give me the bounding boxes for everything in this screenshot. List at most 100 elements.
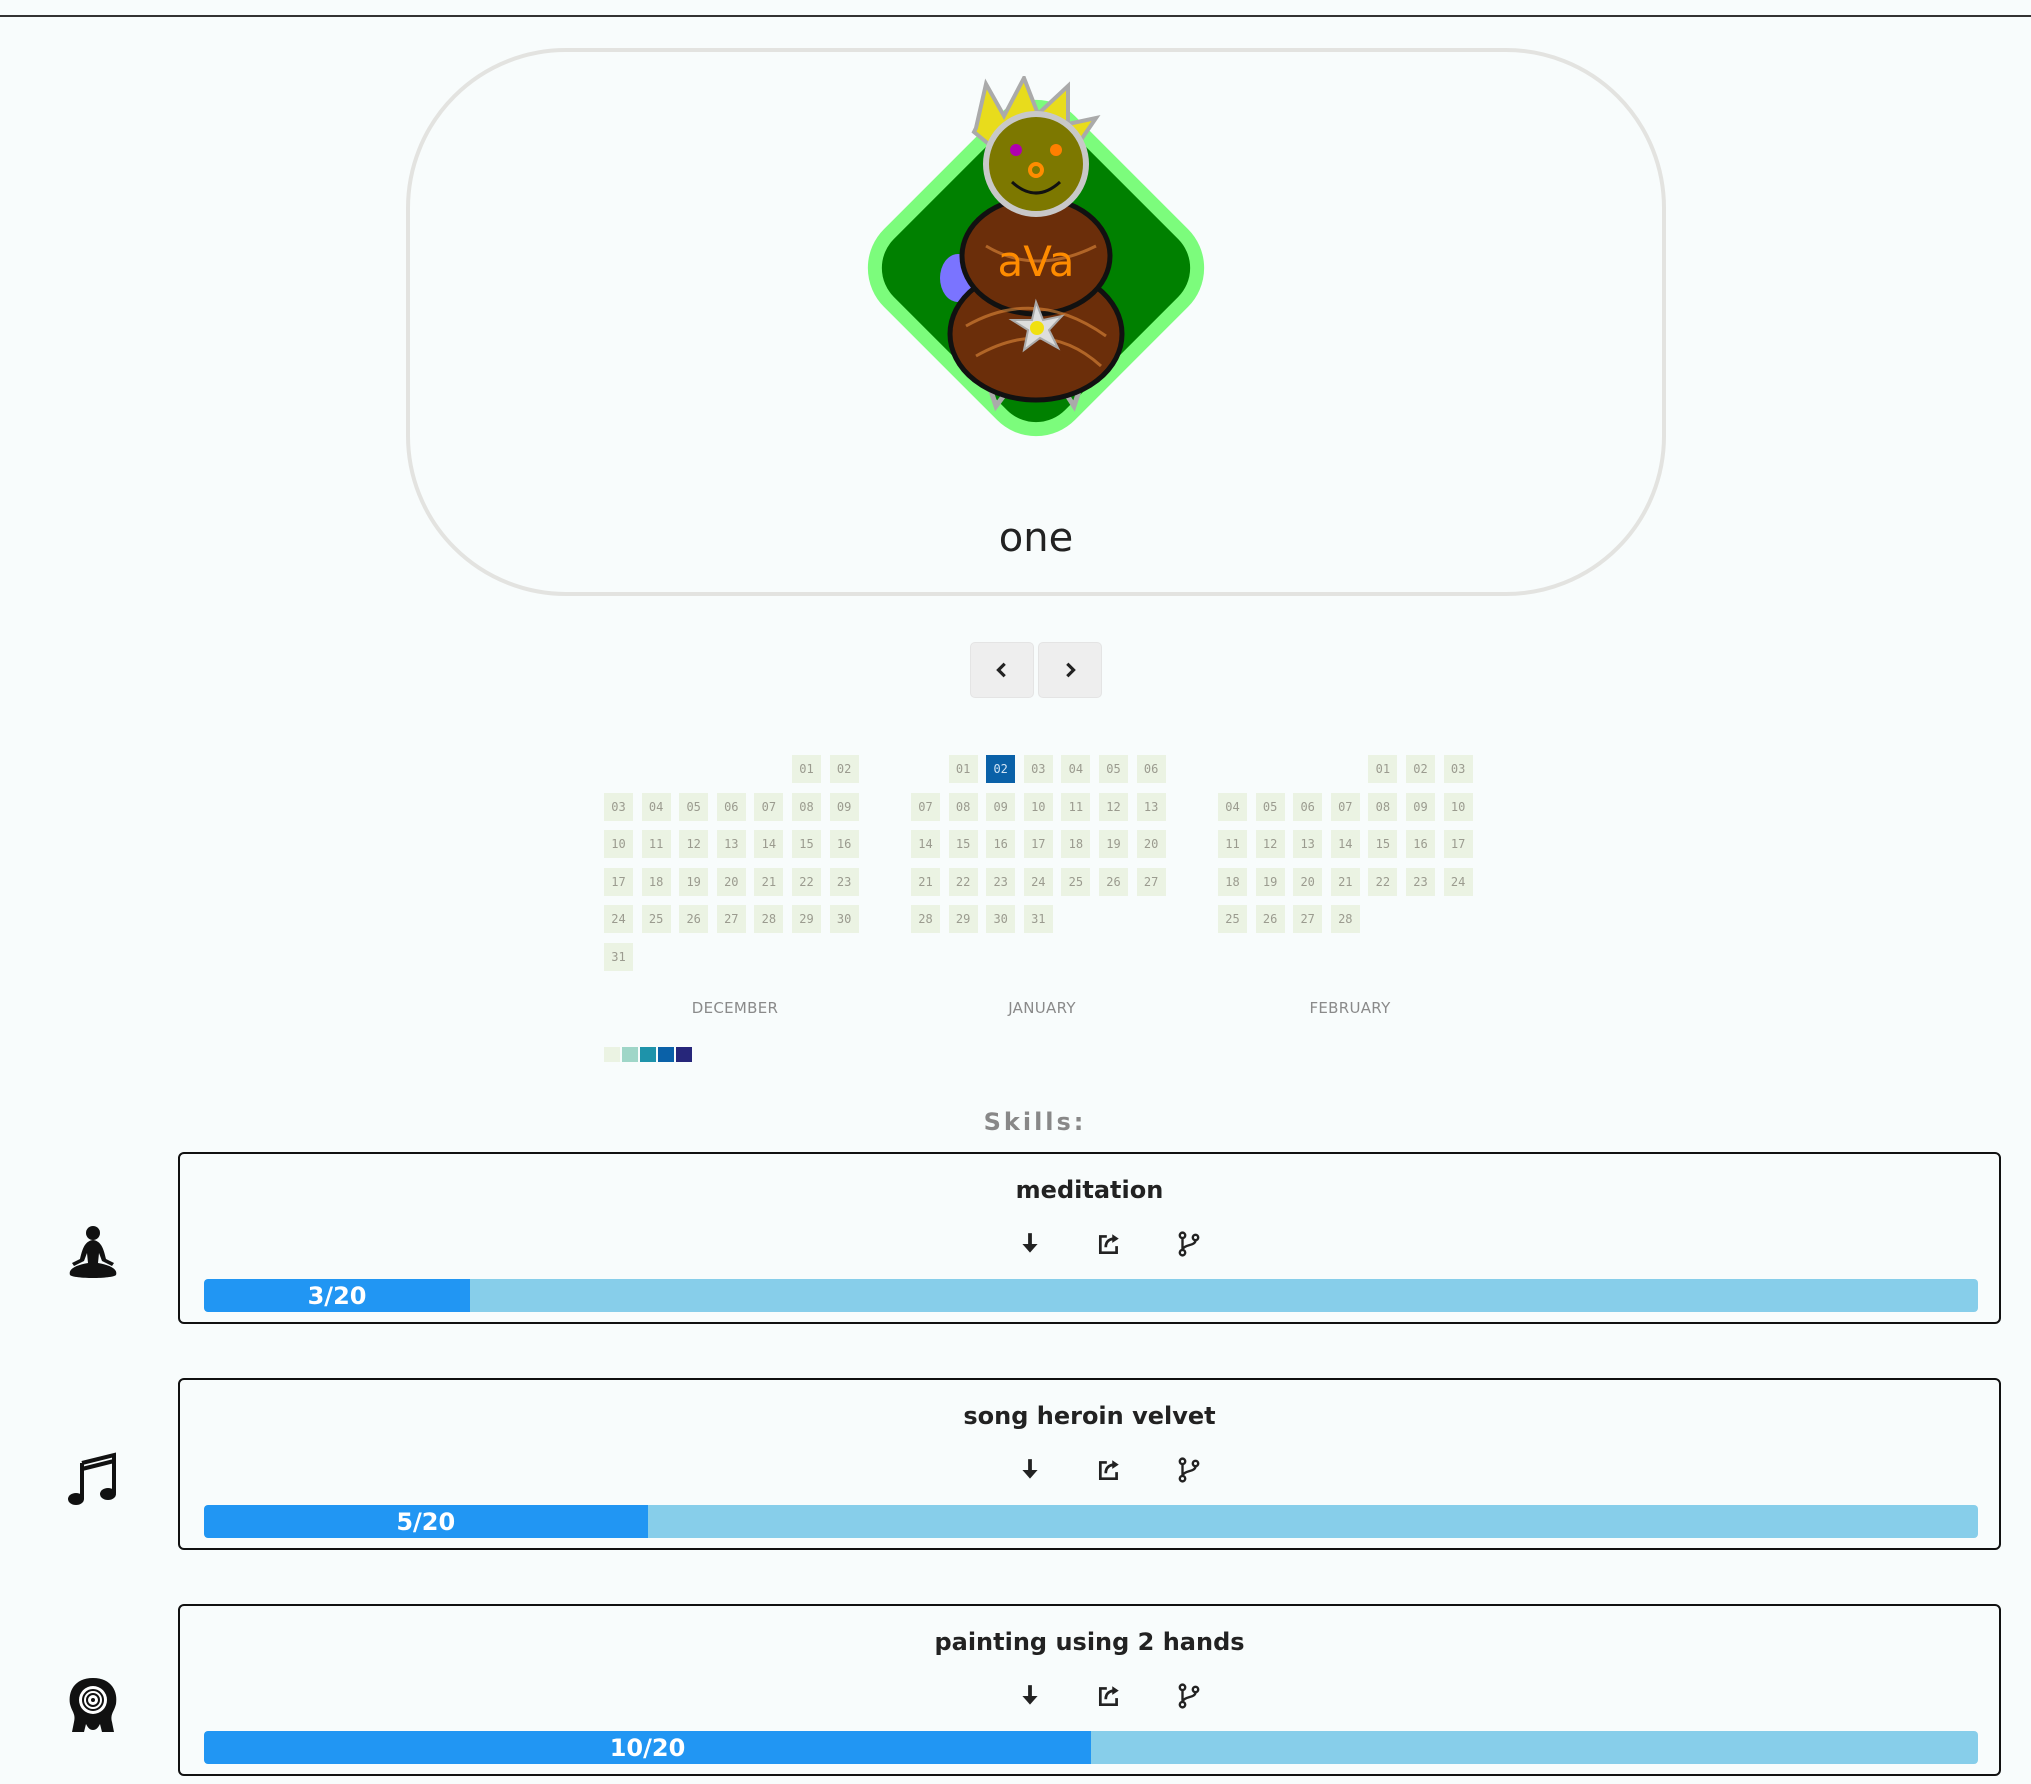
calendar-day[interactable]: 15 [948, 830, 978, 859]
calendar-day[interactable]: 01 [948, 755, 978, 783]
calendar-day[interactable]: 19 [1255, 867, 1285, 896]
calendar-day[interactable]: 13 [716, 830, 746, 859]
calendar-day[interactable]: 27 [1136, 867, 1166, 896]
calendar-day[interactable]: 03 [604, 792, 633, 821]
calendar-day[interactable]: 12 [1099, 792, 1128, 821]
download-button[interactable] [1010, 1450, 1050, 1490]
calendar-day[interactable]: 05 [1255, 792, 1285, 821]
calendar-day[interactable]: 15 [792, 830, 821, 859]
calendar-day[interactable]: 22 [792, 867, 821, 896]
calendar-day[interactable]: 04 [1061, 755, 1091, 783]
calendar-day[interactable]: 17 [1023, 830, 1053, 859]
calendar-day[interactable]: 18 [641, 867, 671, 896]
calendar-day[interactable]: 07 [754, 792, 784, 821]
download-button[interactable] [1010, 1224, 1050, 1264]
share-button[interactable] [1089, 1676, 1129, 1716]
calendar-day[interactable]: 08 [948, 792, 978, 821]
calendar-day[interactable]: 23 [829, 867, 859, 896]
calendar-day[interactable]: 28 [1330, 905, 1360, 934]
calendar-day[interactable]: 28 [911, 905, 940, 934]
calendar-day[interactable]: 11 [641, 830, 671, 859]
calendar-day[interactable]: 24 [604, 905, 633, 934]
calendar-day[interactable]: 20 [716, 867, 746, 896]
calendar-day[interactable]: 10 [1443, 792, 1473, 821]
calendar-day[interactable]: 15 [1368, 830, 1398, 859]
calendar-day[interactable]: 21 [754, 867, 784, 896]
calendar-day[interactable]: 16 [1406, 830, 1435, 859]
calendar-day[interactable]: 24 [1023, 867, 1053, 896]
calendar-day[interactable]: 27 [716, 905, 746, 934]
fork-button[interactable] [1169, 1676, 1209, 1716]
calendar-day[interactable]: 02 [986, 755, 1016, 783]
calendar-day[interactable]: 25 [1061, 867, 1091, 896]
calendar-day[interactable]: 23 [986, 867, 1016, 896]
calendar-day[interactable]: 09 [986, 792, 1016, 821]
calendar-day[interactable]: 19 [679, 867, 709, 896]
calendar-day[interactable]: 24 [1443, 867, 1473, 896]
share-button[interactable] [1089, 1224, 1129, 1264]
calendar-day[interactable]: 01 [1368, 755, 1398, 783]
calendar-day[interactable]: 17 [604, 867, 633, 896]
calendar-day[interactable]: 25 [1218, 905, 1247, 934]
calendar-day[interactable]: 07 [1330, 792, 1360, 821]
calendar-day[interactable]: 12 [1255, 830, 1285, 859]
calendar-day[interactable]: 26 [1255, 905, 1285, 934]
calendar-day[interactable]: 11 [1061, 792, 1091, 821]
calendar-day[interactable]: 02 [829, 755, 859, 783]
calendar-day[interactable]: 26 [679, 905, 709, 934]
calendar-day[interactable]: 01 [792, 755, 821, 783]
calendar-day[interactable]: 04 [1218, 792, 1247, 821]
fork-button[interactable] [1169, 1224, 1209, 1264]
calendar-day[interactable]: 22 [948, 867, 978, 896]
calendar-day[interactable]: 08 [1368, 792, 1398, 821]
calendar-day[interactable]: 25 [641, 905, 671, 934]
calendar-day[interactable]: 28 [754, 905, 784, 934]
calendar-day[interactable]: 27 [1293, 905, 1323, 934]
calendar-day[interactable]: 26 [1099, 867, 1128, 896]
calendar-day[interactable]: 09 [1406, 792, 1435, 821]
calendar-day[interactable]: 13 [1136, 792, 1166, 821]
calendar-day[interactable]: 31 [1023, 905, 1053, 934]
calendar-day[interactable]: 02 [1406, 755, 1435, 783]
calendar-day[interactable]: 16 [829, 830, 859, 859]
calendar-day[interactable]: 16 [986, 830, 1016, 859]
avatar[interactable]: aVa [846, 76, 1226, 460]
calendar-day[interactable]: 23 [1406, 867, 1435, 896]
calendar-day[interactable]: 30 [829, 905, 859, 934]
calendar-day[interactable]: 10 [604, 830, 633, 859]
calendar-day[interactable]: 18 [1218, 867, 1247, 896]
calendar-day[interactable]: 21 [1330, 867, 1360, 896]
calendar-day[interactable]: 21 [911, 867, 940, 896]
calendar-day[interactable]: 05 [1099, 755, 1128, 783]
calendar-day[interactable]: 29 [948, 905, 978, 934]
calendar-day[interactable]: 19 [1099, 830, 1128, 859]
calendar-day[interactable]: 06 [716, 792, 746, 821]
calendar-day[interactable]: 14 [911, 830, 940, 859]
calendar-day[interactable]: 30 [986, 905, 1016, 934]
calendar-day[interactable]: 05 [679, 792, 709, 821]
calendar-day[interactable]: 06 [1136, 755, 1166, 783]
prev-button[interactable] [970, 642, 1034, 698]
share-button[interactable] [1089, 1450, 1129, 1490]
calendar-day[interactable]: 20 [1293, 867, 1323, 896]
calendar-day[interactable]: 14 [1330, 830, 1360, 859]
calendar-day[interactable]: 03 [1023, 755, 1053, 783]
calendar-day[interactable]: 13 [1293, 830, 1323, 859]
calendar-day[interactable]: 04 [641, 792, 671, 821]
fork-button[interactable] [1169, 1450, 1209, 1490]
download-button[interactable] [1010, 1676, 1050, 1716]
calendar-day[interactable]: 14 [754, 830, 784, 859]
calendar-day[interactable]: 31 [604, 943, 633, 971]
calendar-day[interactable]: 17 [1443, 830, 1473, 859]
calendar-day[interactable]: 11 [1218, 830, 1247, 859]
calendar-day[interactable]: 06 [1293, 792, 1323, 821]
calendar-day[interactable]: 07 [911, 792, 940, 821]
calendar-day[interactable]: 20 [1136, 830, 1166, 859]
calendar-day[interactable]: 10 [1023, 792, 1053, 821]
calendar-day[interactable]: 18 [1061, 830, 1091, 859]
calendar-day[interactable]: 29 [792, 905, 821, 934]
calendar-day[interactable]: 03 [1443, 755, 1473, 783]
calendar-day[interactable]: 22 [1368, 867, 1398, 896]
next-button[interactable] [1038, 642, 1102, 698]
calendar-day[interactable]: 12 [679, 830, 709, 859]
